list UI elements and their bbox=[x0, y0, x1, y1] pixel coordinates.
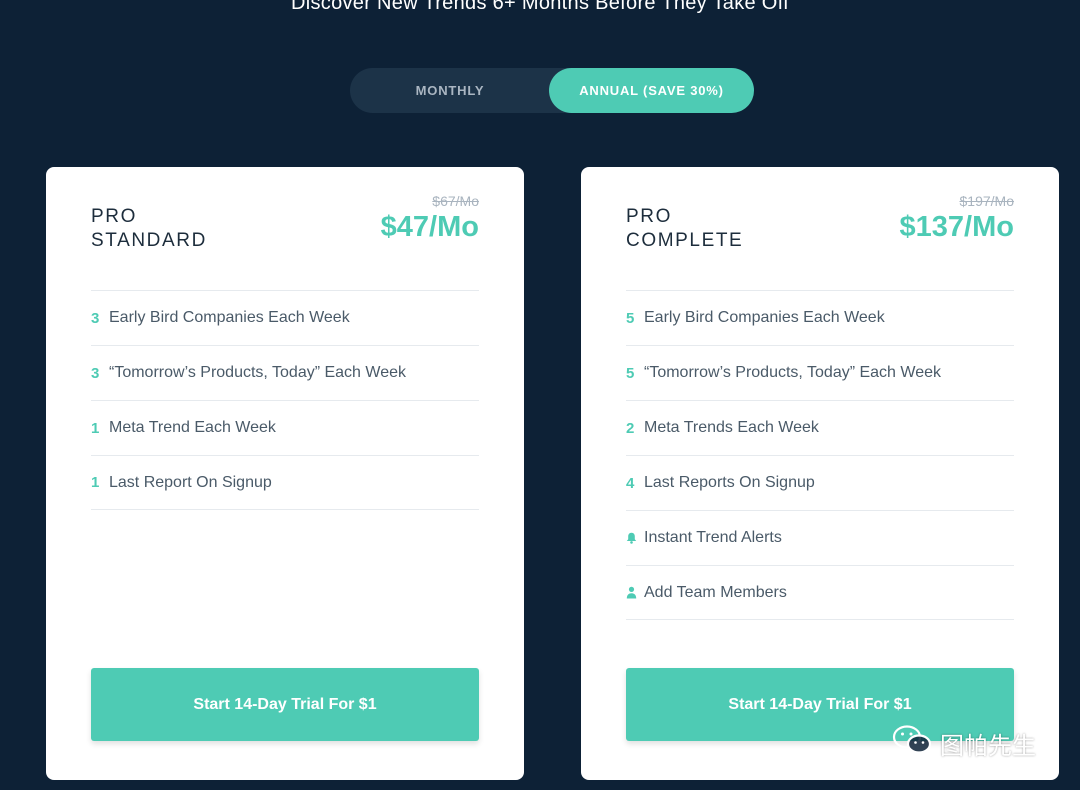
feature-list: 5 Early Bird Companies Each Week 5 “Tomo… bbox=[626, 290, 1014, 620]
feature-count: 3 bbox=[91, 309, 100, 327]
toggle-annual[interactable]: ANNUAL (SAVE 30%) bbox=[549, 68, 754, 113]
plan-name: PRO STANDARD bbox=[91, 205, 207, 253]
feature-item: 1 Meta Trend Each Week bbox=[91, 400, 479, 455]
plan-name: PRO COMPLETE bbox=[626, 205, 743, 253]
feature-item: Instant Trend Alerts bbox=[626, 510, 1014, 565]
original-price: $67/Mo bbox=[432, 193, 479, 209]
feature-label: “Tomorrow’s Products, Today” Each Week bbox=[109, 364, 407, 381]
feature-label: Meta Trend Each Week bbox=[109, 419, 276, 436]
feature-item: 5 Early Bird Companies Each Week bbox=[626, 290, 1014, 345]
feature-item: Add Team Members bbox=[626, 565, 1014, 620]
feature-count: 5 bbox=[626, 309, 635, 327]
plan-name-line2: STANDARD bbox=[91, 230, 207, 251]
start-trial-button[interactable]: Start 14-Day Trial For $1 bbox=[91, 668, 479, 741]
feature-count: 4 bbox=[626, 474, 635, 492]
feature-count: 1 bbox=[91, 419, 100, 437]
page-headline: Discover New Trends 6+ Months Before The… bbox=[290, 0, 789, 14]
toggle-monthly[interactable]: MONTHLY bbox=[350, 68, 550, 113]
feature-count: 5 bbox=[626, 364, 635, 382]
plan-name-line1: PRO bbox=[91, 206, 137, 227]
plan-card-pro-complete: PRO COMPLETE $197/Mo $137/Mo 5 Early Bir… bbox=[581, 167, 1059, 780]
bell-icon bbox=[626, 532, 644, 544]
billing-toggle: MONTHLY ANNUAL (SAVE 30%) bbox=[350, 68, 754, 113]
feature-label: Last Reports On Signup bbox=[644, 474, 815, 491]
feature-label: “Tomorrow’s Products, Today” Each Week bbox=[644, 364, 942, 381]
plan-card-pro-standard: PRO STANDARD $67/Mo $47/Mo 3 Early Bird … bbox=[46, 167, 524, 780]
current-price: $47/Mo bbox=[380, 211, 479, 243]
feature-count: 2 bbox=[626, 419, 635, 437]
user-icon bbox=[626, 586, 644, 599]
wechat-icon bbox=[892, 724, 940, 763]
plan-name-line1: PRO bbox=[626, 206, 672, 227]
feature-label: Early Bird Companies Each Week bbox=[644, 309, 885, 326]
feature-count: 3 bbox=[91, 364, 100, 382]
plan-name-line2: COMPLETE bbox=[626, 230, 744, 251]
feature-item: 3 “Tomorrow’s Products, Today” Each Week bbox=[91, 345, 479, 400]
feature-label: Meta Trends Each Week bbox=[644, 419, 819, 436]
watermark-text: 图帕先生 bbox=[940, 733, 1036, 760]
feature-label: Early Bird Companies Each Week bbox=[109, 309, 350, 326]
feature-item: 1 Last Report On Signup bbox=[91, 455, 479, 510]
watermark: 图帕先生 bbox=[892, 724, 1036, 763]
feature-item: 4 Last Reports On Signup bbox=[626, 455, 1014, 510]
feature-item: 3 Early Bird Companies Each Week bbox=[91, 290, 479, 345]
feature-count: 1 bbox=[91, 474, 100, 491]
current-price: $137/Mo bbox=[899, 211, 1014, 243]
feature-item: 2 Meta Trends Each Week bbox=[626, 400, 1014, 455]
feature-item: 5 “Tomorrow’s Products, Today” Each Week bbox=[626, 345, 1014, 400]
feature-label: Add Team Members bbox=[644, 583, 787, 601]
feature-list: 3 Early Bird Companies Each Week 3 “Tomo… bbox=[91, 290, 479, 510]
feature-label: Last Report On Signup bbox=[109, 473, 272, 491]
feature-label: Instant Trend Alerts bbox=[644, 529, 782, 546]
original-price: $197/Mo bbox=[959, 193, 1014, 209]
